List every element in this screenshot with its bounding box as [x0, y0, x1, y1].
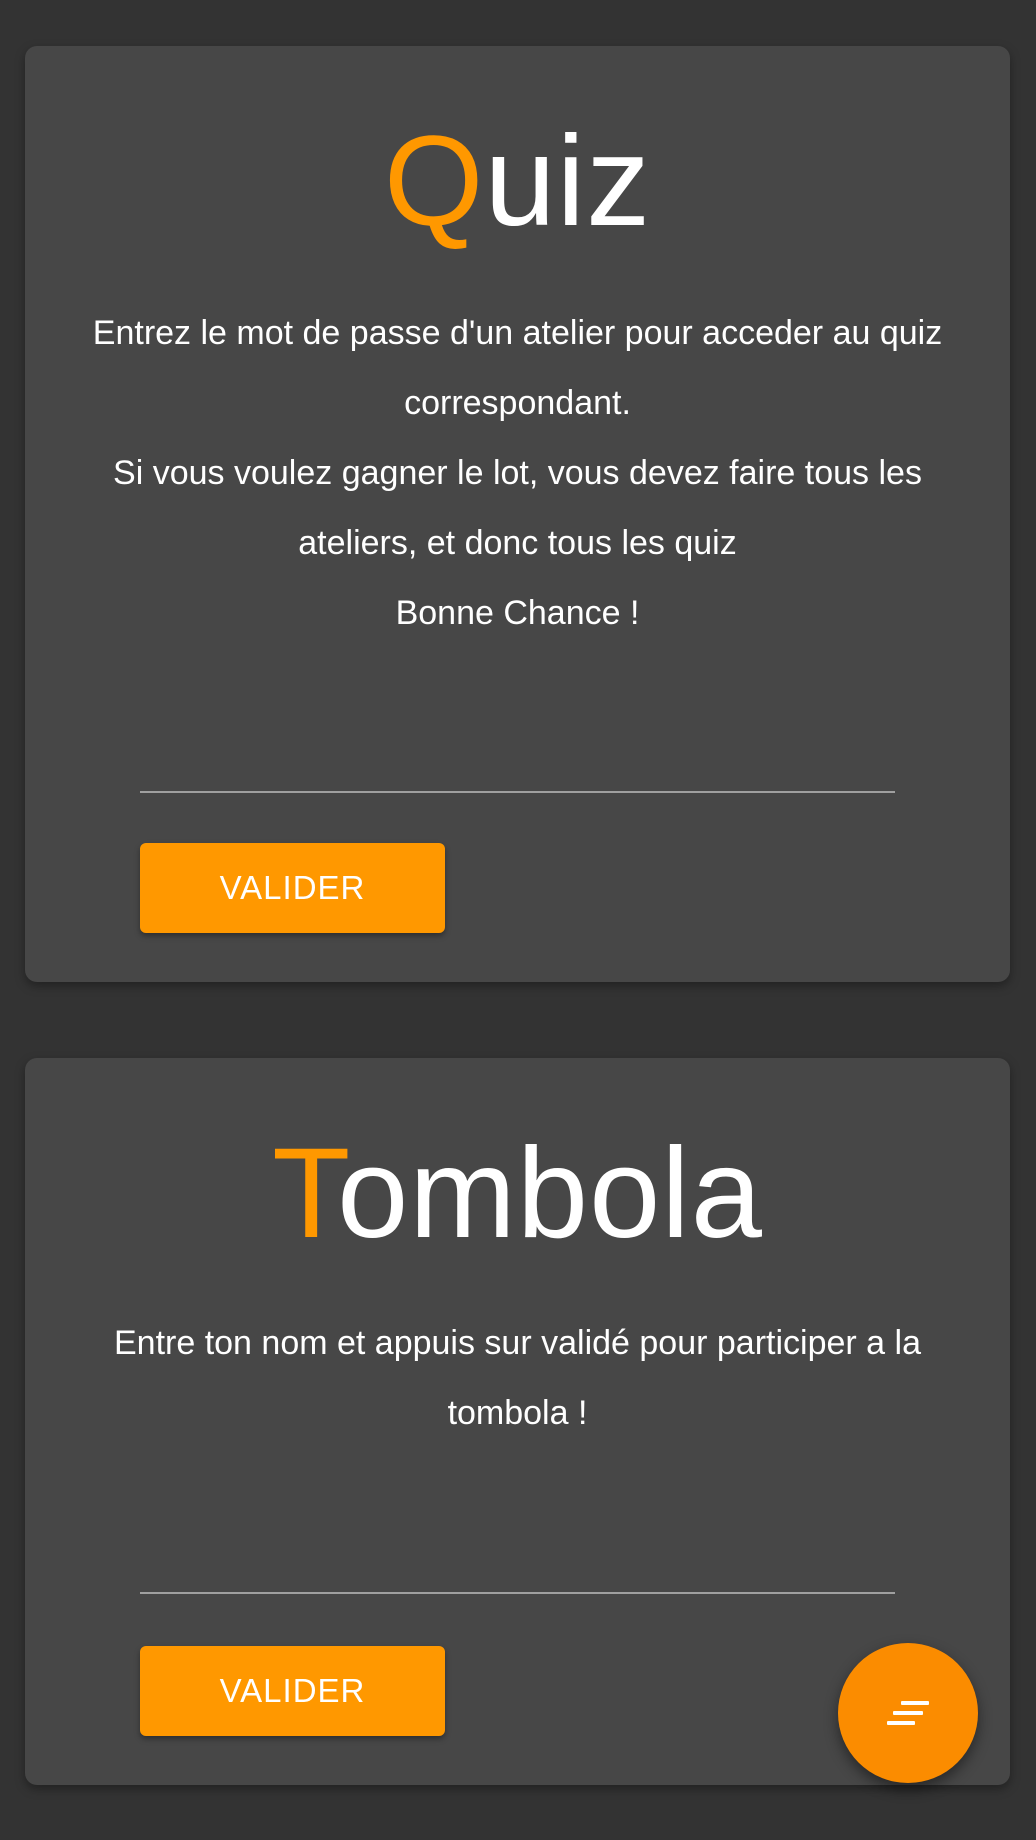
quiz-password-input[interactable]	[140, 791, 895, 793]
quiz-title-rest: uiz	[484, 110, 652, 253]
tombola-title: Tombola	[25, 1130, 1010, 1258]
quiz-instructions: Entrez le mot de passe d'un atelier pour…	[90, 298, 945, 648]
quiz-title-accent-letter: Q	[383, 110, 485, 253]
quiz-validate-button[interactable]: VALIDER	[140, 843, 445, 933]
sort-lines-icon	[885, 1700, 931, 1726]
quiz-instruction-line: Si vous voulez gagner le lot, vous devez…	[113, 454, 922, 562]
quiz-instruction-line: Entrez le mot de passe d'un atelier pour…	[92, 314, 943, 422]
floating-menu-button[interactable]	[838, 1643, 978, 1783]
quiz-instruction-line: Bonne Chance !	[395, 594, 640, 632]
quiz-title: Quiz	[25, 118, 1010, 246]
tombola-title-rest: ombola	[337, 1122, 763, 1265]
quiz-card: Quiz Entrez le mot de passe d'un atelier…	[25, 46, 1010, 982]
tombola-name-input[interactable]	[140, 1592, 895, 1594]
tombola-title-accent-letter: T	[272, 1122, 338, 1265]
tombola-instruction-line: Entre ton nom et appuis sur validé pour …	[113, 1324, 921, 1432]
tombola-validate-button[interactable]: VALIDER	[140, 1646, 445, 1736]
tombola-instructions: Entre ton nom et appuis sur validé pour …	[90, 1308, 945, 1448]
